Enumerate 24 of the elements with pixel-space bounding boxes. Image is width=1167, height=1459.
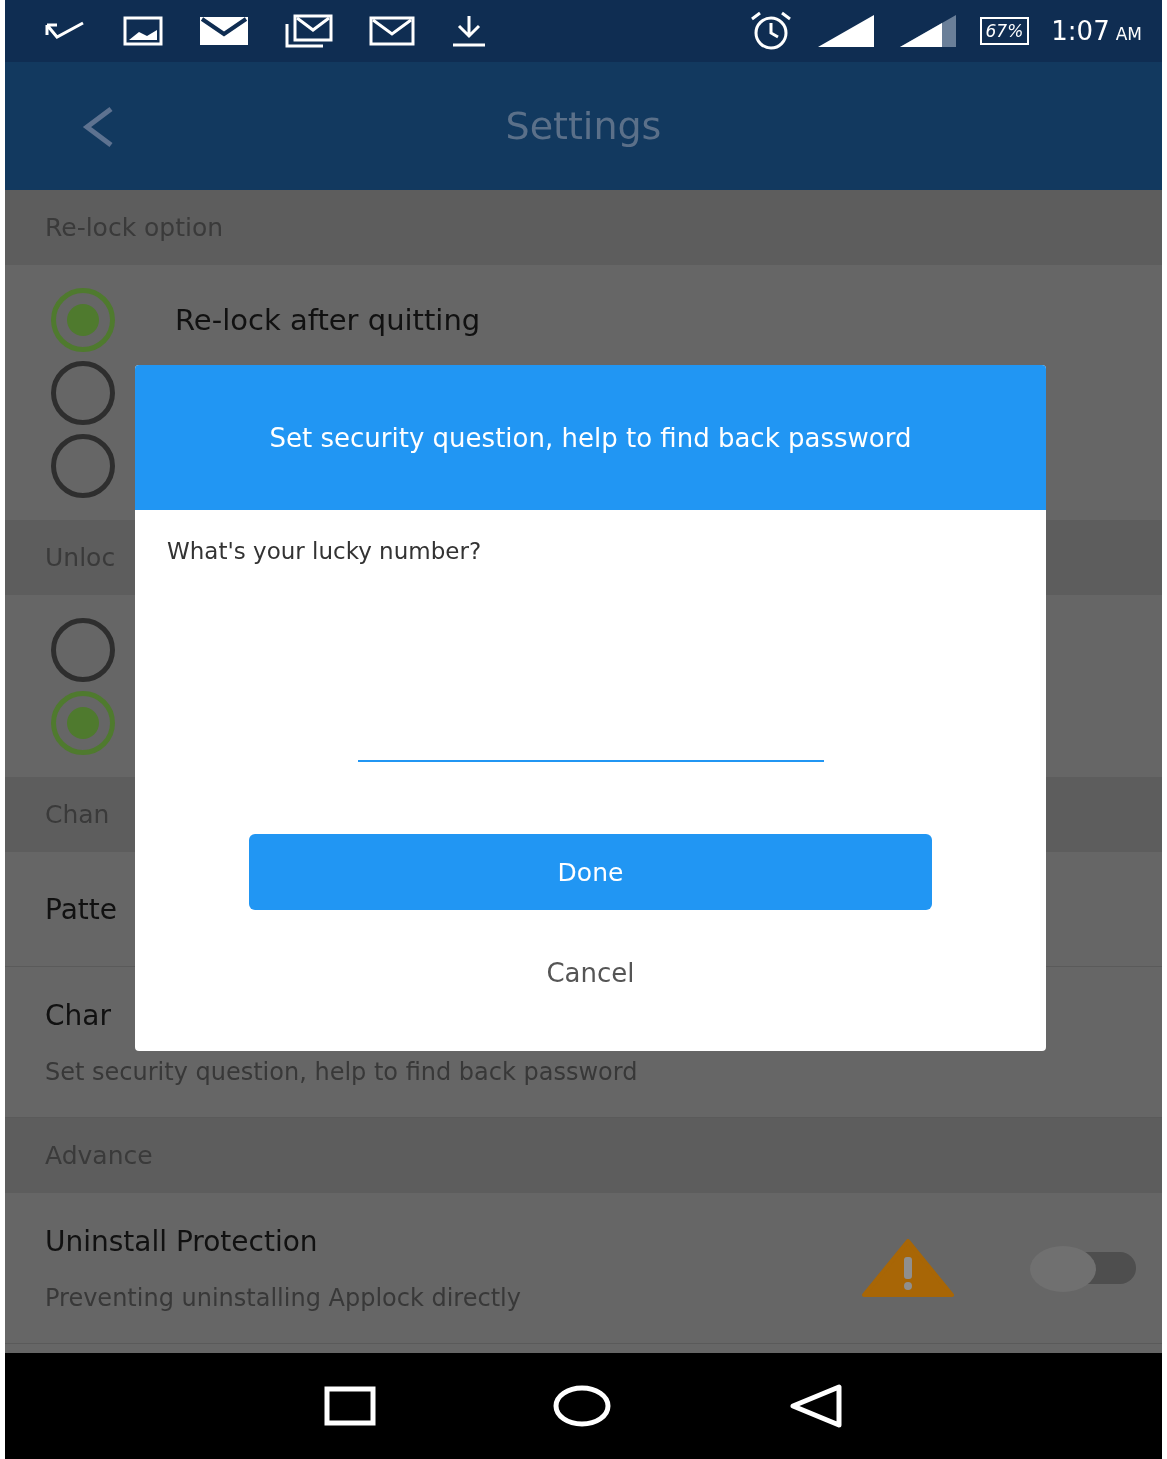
radio-button[interactable] (51, 360, 115, 425)
mail-icon (199, 16, 249, 46)
cancel-button[interactable]: Cancel (534, 950, 647, 996)
radio-button[interactable] (51, 617, 115, 682)
battery-level: 67% (979, 17, 1030, 45)
image-icon (123, 16, 163, 46)
toggle-switch[interactable] (1030, 1246, 1136, 1290)
back-icon[interactable] (789, 1384, 844, 1428)
clock-time: 1:07 AM (1051, 16, 1142, 46)
radio-button[interactable] (51, 287, 115, 352)
home-icon[interactable] (553, 1385, 612, 1427)
setting-title: Uninstall Protection (45, 1224, 319, 1258)
mail-outline-icon (369, 16, 415, 46)
download-icon (451, 14, 487, 48)
option-label: Re-lock after quitting (175, 302, 481, 337)
radio-button[interactable] (51, 690, 115, 755)
security-question: What's your lucky number? (167, 538, 483, 564)
dialog-title: Set security question, help to find back password (269, 421, 912, 455)
mail-stack-icon (285, 14, 333, 48)
setting-title: Char (45, 998, 112, 1032)
setting-title: Patte (45, 892, 118, 926)
screen-title: Settings (505, 104, 662, 148)
radio-button[interactable] (51, 433, 115, 498)
recent-apps-icon[interactable] (323, 1386, 376, 1426)
